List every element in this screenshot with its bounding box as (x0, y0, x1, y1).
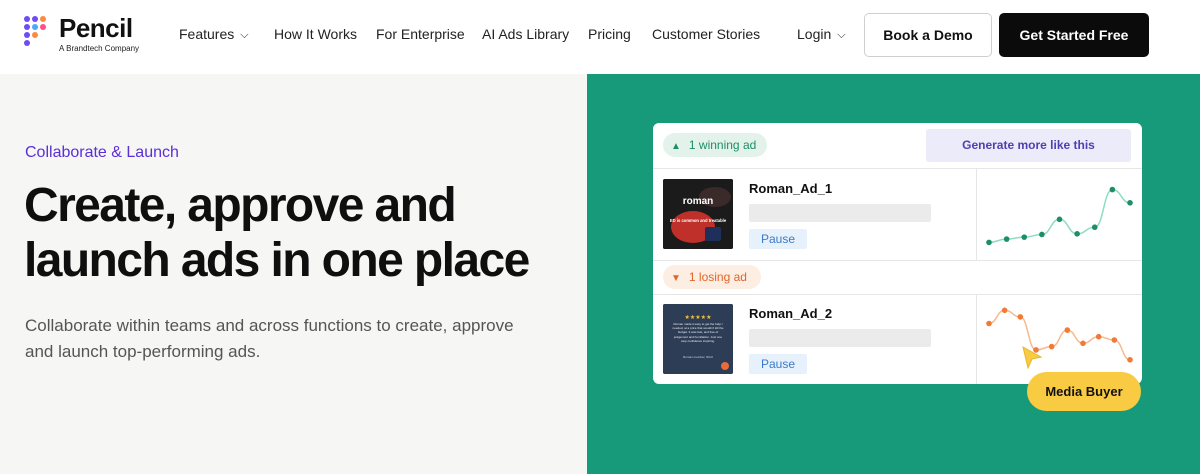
ad-1-trend-point-1 (1003, 236, 1010, 242)
nav-how-it-works[interactable]: How It Works (274, 26, 357, 42)
divider (653, 168, 1142, 169)
losing-ad-pill: ▼ 1 losing ad (663, 265, 761, 289)
nav-for-enterprise[interactable]: For Enterprise (376, 26, 465, 42)
ad-2-trend-point-7 (1095, 333, 1102, 340)
nav-login[interactable]: Login ⌵ (797, 26, 846, 42)
ad-1-thumbnail[interactable]: roman ED is common and treatable (663, 179, 733, 249)
ad-2-name: Roman_Ad_2 (749, 306, 833, 321)
losing-ad-label: 1 losing ad (688, 270, 747, 284)
pencil-logo[interactable]: Pencil A Brandtech Company (24, 13, 164, 58)
ad-2-trend-point-4 (1048, 343, 1055, 350)
ad-performance-card: ▲ 1 winning ad Generate more like this ro… (653, 123, 1142, 384)
triangle-down-icon: ▼ (671, 273, 681, 284)
ad-2-trend-point-6 (1080, 340, 1086, 347)
ad-2-trend-point-2 (1017, 314, 1024, 320)
nav-pricing[interactable]: Pricing (588, 26, 631, 42)
ad-1-trend-point-4 (1056, 216, 1063, 223)
hero-subtext: Collaborate within teams and across func… (25, 316, 514, 361)
ad-1-trend-point-6 (1091, 224, 1098, 231)
ad-2-thumbnail[interactable]: ★★★★★ Roman made it easy to get the help… (663, 304, 733, 374)
ad-2-trend-point-0 (986, 320, 992, 327)
ad-1-trend-point-2 (1021, 234, 1028, 240)
pencil-dots-logo-icon (24, 16, 50, 50)
get-started-button[interactable]: Get Started Free (999, 13, 1149, 57)
generate-more-button[interactable]: Generate more like this (926, 129, 1131, 162)
ad-2-trend-point-1 (1001, 307, 1008, 314)
ad-2-trend-point-9 (1127, 357, 1133, 363)
chevron-down-icon: ⌵ (240, 29, 249, 41)
chevron-down-icon: ⌵ (837, 29, 846, 41)
nav-ai-ads-library[interactable]: AI Ads Library (482, 26, 569, 42)
divider (653, 260, 1142, 261)
nav-features[interactable]: Features ⌵ (179, 26, 249, 42)
triangle-up-icon: ▲ (671, 141, 681, 152)
nav-features-label: Features (179, 26, 235, 42)
ad-2-trend-line (988, 309, 1131, 361)
ad-2-thumb-quote: Roman made it easy to get the help I nee… (672, 322, 724, 343)
ad-1-trend-point-8 (1127, 200, 1133, 206)
ad-1-trend-point-5 (1074, 231, 1080, 237)
winning-ad-label: 1 winning ad (688, 138, 757, 152)
hero-eyebrow: Collaborate & Launch (25, 144, 179, 161)
media-buyer-badge: Media Buyer (1027, 372, 1141, 411)
hero-headline-line-2: launch ads in one place (24, 234, 530, 287)
top-navigation: Pencil A Brandtech Company Features ⌵ How… (0, 0, 1200, 74)
ad-1-thumb-brand: roman (683, 196, 714, 207)
ad-1-trend-point-7 (1109, 186, 1116, 193)
ad-2-pause-button[interactable]: Pause (749, 354, 807, 374)
ad-2-trend-point-8 (1111, 337, 1118, 343)
ad-2-thumb-stars: ★★★★★ (685, 314, 712, 321)
hero-headline: Create, approve and launch ads in one pl… (24, 178, 564, 288)
nav-login-label: Login (797, 26, 832, 42)
ad-1-trend-point-3 (1039, 231, 1045, 238)
ad-2-trend-chart (986, 307, 1133, 363)
winning-ad-pill: ▲ 1 winning ad (663, 133, 767, 157)
ad-1-pause-button[interactable]: Pause (749, 229, 807, 249)
ad-1-trend-point-0 (986, 239, 992, 246)
ad-1-metric-placeholder (749, 204, 931, 222)
hero-headline-line-1: Create, approve and (24, 179, 457, 232)
ad-1-thumb-text: ED is common and treatable (670, 218, 727, 223)
ad-2-thumb-author: Roman member, NGO (683, 355, 714, 359)
ad-1-trend-chart (986, 186, 1133, 246)
nav-customer-stories[interactable]: Customer Stories (652, 26, 760, 42)
ad-1-trend-line (988, 188, 1131, 244)
divider (653, 294, 1142, 295)
pointer-cursor-icon (1022, 346, 1043, 370)
ad-2-metric-placeholder (749, 329, 931, 347)
ad-1-name: Roman_Ad_1 (749, 181, 833, 196)
ad-2-trend-point-5 (1064, 327, 1071, 333)
book-demo-button[interactable]: Book a Demo (864, 13, 992, 57)
brand-tagline: A Brandtech Company (59, 44, 140, 53)
brand-name: Pencil (59, 13, 133, 43)
